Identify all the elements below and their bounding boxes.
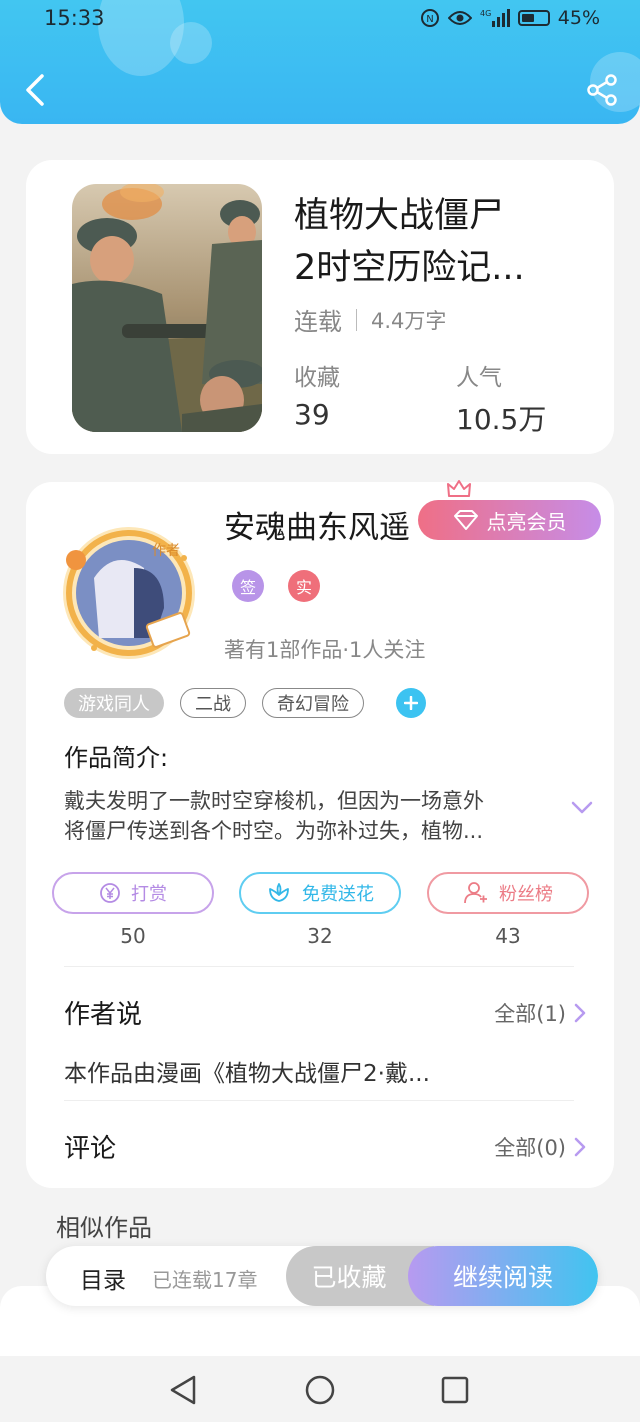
status-time: 15:33 bbox=[44, 6, 105, 30]
nav-back-button[interactable] bbox=[164, 1370, 204, 1410]
author-says-title: 作者说 bbox=[64, 1000, 143, 1030]
book-detail-card: 作者 安魂曲东风遥 点亮会员 签 实 著有1部作品·1人关注 游戏同人 二战 奇… bbox=[26, 480, 614, 1188]
tag-item[interactable]: 游戏同人 bbox=[64, 688, 164, 718]
book-title-line2: 2时空历险记... bbox=[294, 248, 525, 288]
book-cover-image[interactable] bbox=[72, 184, 262, 432]
fans-label: 粉丝榜 bbox=[499, 884, 553, 905]
continue-reading-button[interactable]: 继续阅读 bbox=[408, 1246, 598, 1306]
chevron-right-icon bbox=[574, 1137, 586, 1157]
author-stats: 著有1部作品·1人关注 bbox=[224, 638, 426, 662]
tag-item[interactable]: 奇幻冒险 bbox=[262, 688, 364, 718]
fans-rank-button[interactable]: 粉丝榜 bbox=[427, 872, 589, 914]
circle-home-icon bbox=[305, 1375, 335, 1405]
header-bar: 15:33 N 4G 45% bbox=[0, 0, 640, 124]
status-icons: N 4G 45% bbox=[420, 7, 600, 29]
svg-text:4G: 4G bbox=[480, 9, 491, 18]
tip-count: 50 bbox=[120, 924, 146, 948]
divider bbox=[64, 1100, 574, 1101]
battery-icon bbox=[517, 10, 550, 26]
back-button[interactable] bbox=[20, 70, 52, 110]
continue-reading-label: 继续阅读 bbox=[452, 1263, 553, 1292]
nav-recents-button[interactable] bbox=[434, 1370, 474, 1410]
send-flower-button[interactable]: 免费送花 bbox=[239, 872, 401, 914]
eye-icon bbox=[447, 11, 472, 25]
fans-count: 43 bbox=[495, 924, 521, 948]
favorites-label: 收藏 bbox=[294, 365, 340, 391]
decorative-bubble bbox=[170, 22, 212, 64]
bottom-action-bar: 目录 已连载17章 已收藏 继续阅读 bbox=[46, 1246, 598, 1306]
serial-status: 连载 bbox=[294, 308, 342, 336]
signal-icon: 4G bbox=[480, 9, 510, 27]
chevron-left-icon bbox=[26, 74, 44, 106]
favorited-label: 已收藏 bbox=[311, 1263, 387, 1292]
author-says-more-label: 全部(1) bbox=[494, 1002, 566, 1026]
table-of-contents-button[interactable]: 目录 bbox=[80, 1261, 126, 1295]
chapter-count: 已连载17章 bbox=[152, 1268, 258, 1292]
word-count: 4.4万字 bbox=[371, 308, 447, 333]
square-recents-icon bbox=[441, 1376, 469, 1404]
system-nav-bar bbox=[0, 1356, 640, 1422]
favorites-value: 39 bbox=[294, 398, 330, 431]
popularity-value: 10.5万 bbox=[456, 403, 547, 436]
author-avatar[interactable]: 作者 bbox=[54, 518, 204, 668]
avatar-frame bbox=[63, 527, 195, 659]
yuan-coin-icon bbox=[100, 883, 120, 903]
similar-works-title: 相似作品 bbox=[56, 1214, 152, 1242]
add-tag-button[interactable] bbox=[396, 688, 426, 718]
battery-percent: 45% bbox=[557, 7, 600, 29]
comments-more-link[interactable]: 全部(0) bbox=[494, 1132, 586, 1162]
book-title: 植物大战僵尸 2时空历险记... bbox=[294, 190, 594, 294]
tip-label: 打赏 bbox=[131, 884, 167, 905]
divider bbox=[64, 966, 574, 967]
intro-line: 戴夫发明了一款时空穿梭机，但因为一场意外 bbox=[64, 789, 484, 813]
author-says-more-link[interactable]: 全部(1) bbox=[494, 998, 586, 1028]
nav-home-button[interactable] bbox=[300, 1370, 340, 1410]
book-info-card: 植物大战僵尸 2时空历险记... 连载 4.4万字 收藏 39 人气 10.5万 bbox=[26, 160, 614, 454]
flower-icon bbox=[269, 883, 289, 902]
author-name[interactable]: 安魂曲东风遥 bbox=[224, 502, 410, 547]
tip-button[interactable]: 打赏 bbox=[52, 872, 214, 914]
comments-more-label: 全部(0) bbox=[494, 1136, 566, 1160]
nfc-icon: N bbox=[420, 9, 439, 27]
avatar-author-tag: 作者 bbox=[152, 543, 180, 559]
plus-icon bbox=[404, 696, 418, 710]
intro-line: 将僵尸传送到各个时空。为弥补过失，植物... bbox=[64, 819, 484, 843]
vip-button-label: 点亮会员 bbox=[486, 509, 567, 534]
intro-text[interactable]: 戴夫发明了一款时空穿梭机，但因为一场意外 将僵尸传送到各个时空。为弥补过失，植物… bbox=[64, 786, 534, 846]
book-meta: 连载 4.4万字 bbox=[294, 302, 446, 337]
flower-count: 32 bbox=[307, 924, 333, 948]
share-button[interactable] bbox=[584, 72, 620, 108]
vip-button[interactable]: 点亮会员 bbox=[418, 500, 601, 540]
popularity-label: 人气 bbox=[456, 365, 502, 391]
user-icon bbox=[464, 882, 487, 904]
verified-badge: 实 bbox=[288, 570, 320, 602]
book-title-line1: 植物大战僵尸 bbox=[294, 196, 505, 236]
tag-list: 游戏同人 二战 奇幻冒险 bbox=[64, 688, 426, 718]
cover-artwork bbox=[72, 184, 262, 432]
comments-title: 评论 bbox=[64, 1134, 117, 1164]
author-says-text[interactable]: 本作品由漫画《植物大战僵尸2·戴... bbox=[64, 1054, 430, 1088]
chevron-right-icon bbox=[574, 1003, 586, 1023]
tag-item[interactable]: 二战 bbox=[180, 688, 246, 718]
crown-icon bbox=[447, 480, 471, 497]
flower-label: 免费送花 bbox=[302, 884, 374, 905]
triangle-back-icon bbox=[170, 1375, 196, 1405]
signed-badge: 签 bbox=[232, 570, 264, 602]
svg-text:N: N bbox=[426, 14, 433, 25]
divider bbox=[356, 308, 357, 331]
share-icon bbox=[587, 74, 617, 106]
chevron-down-icon[interactable] bbox=[570, 800, 594, 816]
diamond-icon bbox=[453, 510, 478, 530]
intro-title: 作品简介: bbox=[64, 744, 169, 772]
